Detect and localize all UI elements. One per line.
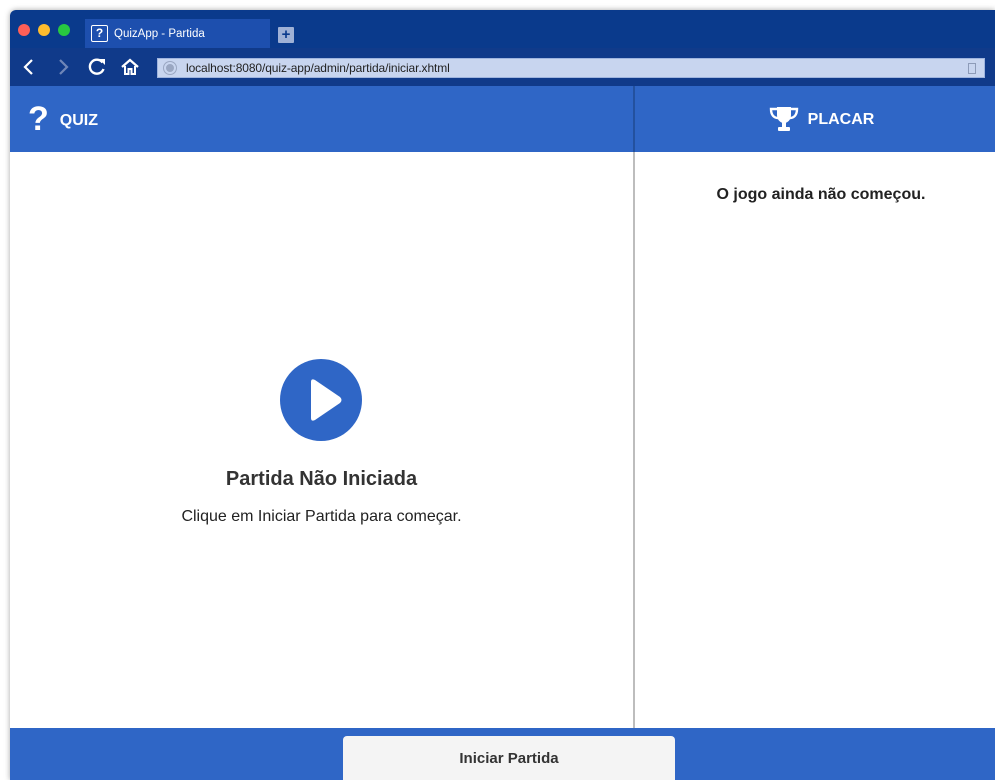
minimize-window-button[interactable] <box>38 24 50 36</box>
bookmark-icon[interactable] <box>968 63 976 74</box>
maximize-window-button[interactable] <box>58 24 70 36</box>
play-icon <box>280 359 362 441</box>
new-tab-button[interactable]: + <box>278 27 294 43</box>
match-status-title: Partida Não Iniciada <box>225 468 418 490</box>
tab-strip: ? QuizApp - Partida + <box>10 10 995 48</box>
back-button[interactable] <box>18 56 38 78</box>
placar-panel: O jogo ainda não começou. <box>635 152 995 728</box>
close-window-button[interactable] <box>18 24 30 36</box>
forward-button[interactable] <box>54 56 74 78</box>
browser-tab-active[interactable]: ? QuizApp - Partida <box>85 19 270 48</box>
browser-toolbar: localhost:8080/quiz-app/admin/partida/in… <box>10 48 995 86</box>
reload-button[interactable] <box>86 56 108 78</box>
address-bar[interactable]: localhost:8080/quiz-app/admin/partida/in… <box>157 58 985 78</box>
home-button[interactable] <box>118 56 142 78</box>
quiz-title: QUIZ <box>59 112 98 129</box>
placar-empty-message: O jogo ainda não começou. <box>716 186 926 203</box>
quiz-header: ? QUIZ <box>10 86 633 152</box>
trophy-icon <box>769 107 798 131</box>
match-status-subtitle: Clique em Iniciar Partida para começar. <box>181 508 462 525</box>
placar-header: PLACAR <box>635 86 995 152</box>
browser-window: ? QuizApp - Partida + localhost:8080/qui… <box>10 10 995 780</box>
start-match-button[interactable]: Iniciar Partida <box>343 736 675 780</box>
placar-title: PLACAR <box>807 111 875 128</box>
chevron-left-icon <box>23 59 33 75</box>
question-favicon-icon: ? <box>91 25 108 42</box>
question-mark-icon: ? <box>28 100 49 138</box>
tab-title: QuizApp - Partida <box>114 27 205 40</box>
footer-bar: Iniciar Partida <box>10 728 995 780</box>
reload-icon <box>88 58 105 75</box>
site-info-icon[interactable] <box>164 62 176 74</box>
app-header: ? QUIZ PLACAR <box>10 86 995 152</box>
url-text[interactable]: localhost:8080/quiz-app/admin/partida/in… <box>186 61 450 75</box>
home-icon <box>121 58 139 75</box>
quiz-panel: Partida Não Iniciada Clique em Iniciar P… <box>10 152 633 728</box>
chevron-right-icon <box>59 59 69 75</box>
